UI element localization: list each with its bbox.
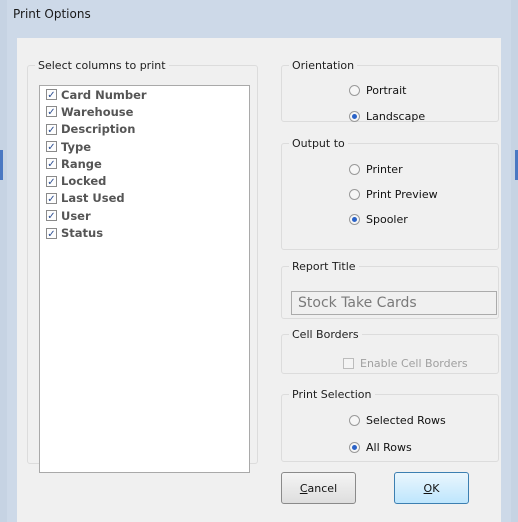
- checkbox-checked-icon[interactable]: ✓: [46, 89, 57, 101]
- column-label: Description: [61, 122, 136, 137]
- column-label: Type: [61, 139, 92, 154]
- radio-label: Print Preview: [366, 188, 438, 201]
- column-item-type[interactable]: ✓ Type: [40, 138, 249, 155]
- column-label: Range: [61, 156, 102, 171]
- radio-label: Printer: [366, 163, 403, 176]
- radio-unselected-icon[interactable]: [349, 85, 360, 96]
- background-window-edge-left: [0, 0, 7, 522]
- radio-unselected-icon[interactable]: [349, 415, 360, 426]
- cell-borders-group: Cell Borders Enable Cell Borders: [281, 328, 499, 374]
- column-item-card-number[interactable]: ✓ Card Number: [40, 86, 249, 103]
- column-item-locked[interactable]: ✓ Locked: [40, 172, 249, 189]
- radio-selected-icon[interactable]: [349, 442, 360, 453]
- radio-selected-rows[interactable]: Selected Rows: [349, 414, 446, 427]
- radio-print-preview[interactable]: Print Preview: [349, 188, 438, 201]
- columns-group-legend: Select columns to print: [35, 59, 169, 72]
- checkbox-checked-icon[interactable]: ✓: [46, 227, 57, 240]
- checkbox-checked-icon[interactable]: ✓: [46, 192, 57, 205]
- columns-checklist[interactable]: ✓ Card Number ✓ Warehouse ✓ Description ✓ Ty…: [39, 85, 250, 473]
- column-label: Warehouse: [61, 104, 134, 119]
- report-title-input[interactable]: Stock Take Cards: [291, 291, 497, 315]
- column-label: Status: [61, 226, 104, 241]
- radio-label: Spooler: [366, 213, 408, 226]
- radio-landscape[interactable]: Landscape: [349, 110, 425, 123]
- radio-label: Selected Rows: [366, 414, 446, 427]
- column-label: Last Used: [61, 191, 125, 206]
- column-item-warehouse[interactable]: ✓ Warehouse: [40, 103, 249, 120]
- ok-button[interactable]: OK: [394, 472, 469, 504]
- checkbox-checked-icon[interactable]: ✓: [46, 210, 57, 222]
- ok-mnemonic: O: [423, 481, 433, 495]
- radio-label: All Rows: [366, 441, 412, 454]
- ok-label: K: [432, 481, 440, 495]
- checkbox-checked-icon[interactable]: ✓: [46, 158, 57, 170]
- radio-all-rows[interactable]: All Rows: [349, 441, 412, 454]
- orientation-legend: Orientation: [289, 59, 358, 72]
- background-window-edge-right: [511, 0, 518, 522]
- radio-portrait[interactable]: Portrait: [349, 84, 406, 97]
- cancel-label: ancel: [307, 481, 338, 495]
- edge-accent: [0, 150, 3, 180]
- column-item-status[interactable]: ✓ Status: [40, 224, 249, 241]
- print-selection-legend: Print Selection: [289, 388, 375, 401]
- cancel-mnemonic: C: [299, 481, 308, 495]
- output-legend: Output to: [289, 137, 348, 150]
- radio-selected-icon[interactable]: [349, 111, 360, 122]
- checkbox-checked-icon[interactable]: ✓: [46, 123, 57, 136]
- radio-label: Portrait: [366, 84, 407, 97]
- column-item-user[interactable]: ✓ User: [40, 207, 249, 224]
- checkbox-unchecked-icon[interactable]: [343, 358, 354, 369]
- cancel-button[interactable]: Cancel: [281, 472, 356, 504]
- report-title-legend: Report Title: [289, 260, 359, 273]
- column-label: Card Number: [61, 87, 147, 102]
- window-title: Print Options: [13, 7, 91, 21]
- column-item-last-used[interactable]: ✓ Last Used: [40, 190, 249, 207]
- radio-spooler[interactable]: Spooler: [349, 213, 408, 226]
- checkbox-checked-icon[interactable]: ✓: [46, 141, 57, 153]
- print-options-dialog: Print Options Select columns to print ✓ C…: [7, 0, 511, 522]
- radio-unselected-icon[interactable]: [349, 164, 360, 175]
- radio-unselected-icon[interactable]: [349, 189, 360, 200]
- checkbox-label: Enable Cell Borders: [360, 357, 468, 370]
- columns-group: Select columns to print ✓ Card Number ✓ Wa…: [27, 59, 258, 473]
- radio-label: Landscape: [366, 110, 426, 123]
- dialog-client-area: Select columns to print ✓ Card Number ✓ Wa…: [17, 38, 501, 522]
- radio-selected-icon[interactable]: [349, 214, 360, 225]
- orientation-group: Orientation Portrait Landscape: [281, 59, 499, 123]
- column-item-description[interactable]: ✓ Description: [40, 121, 249, 138]
- cell-borders-legend: Cell Borders: [289, 328, 362, 341]
- print-selection-group: Print Selection Selected Rows All Rows: [281, 388, 499, 462]
- column-label: Locked: [61, 174, 107, 189]
- output-group: Output to Printer Print Preview Spooler: [281, 137, 499, 250]
- enable-cell-borders-checkbox[interactable]: Enable Cell Borders: [343, 357, 468, 370]
- checkbox-checked-icon[interactable]: ✓: [46, 106, 57, 118]
- column-label: User: [61, 208, 91, 223]
- report-title-group: Report Title Stock Take Cards: [281, 260, 499, 319]
- column-item-range[interactable]: ✓ Range: [40, 155, 249, 172]
- checkbox-checked-icon[interactable]: ✓: [46, 175, 57, 188]
- radio-printer[interactable]: Printer: [349, 163, 403, 176]
